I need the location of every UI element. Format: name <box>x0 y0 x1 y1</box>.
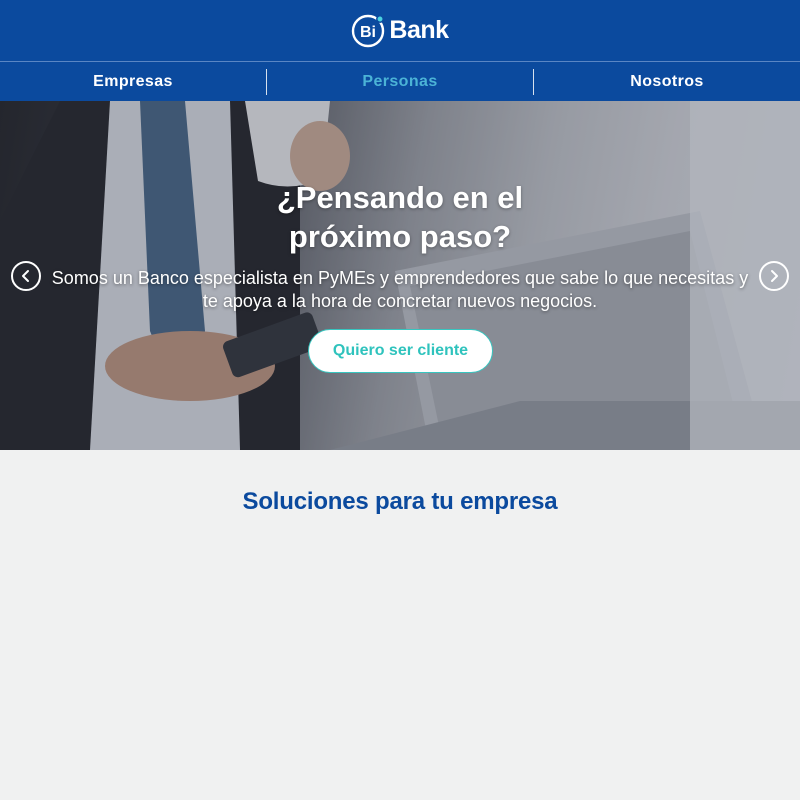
nav-item-nosotros[interactable]: Nosotros <box>533 68 800 95</box>
solutions-title: Soluciones para tu empresa <box>242 488 558 515</box>
logo-text: Bank <box>389 16 449 44</box>
main-nav: Empresas Personas Nosotros <box>0 62 800 101</box>
chevron-right-icon <box>771 270 778 282</box>
nav-item-empresas[interactable]: Empresas <box>0 69 266 95</box>
hero-carousel: ¿Pensando en el próximo paso? Somos un B… <box>0 101 800 450</box>
bibank-logo[interactable]: Bi Bank <box>351 14 449 48</box>
carousel-next-button[interactable] <box>759 261 789 291</box>
nav-item-personas[interactable]: Personas <box>266 68 533 95</box>
top-bar: Bi Bank <box>0 0 800 62</box>
hero-title: ¿Pensando en el próximo paso? <box>276 180 524 254</box>
solutions-section: Soluciones para tu empresa <box>0 450 800 800</box>
logo-mark-text: Bi <box>360 24 376 41</box>
carousel-prev-button[interactable] <box>11 261 41 291</box>
quiero-ser-cliente-button[interactable]: Quiero ser cliente <box>308 329 493 373</box>
chevron-left-icon <box>22 270 29 282</box>
logo-mark: Bi <box>351 14 385 48</box>
hero-subtitle: Somos un Banco especialista en PyMEs y e… <box>51 268 749 311</box>
